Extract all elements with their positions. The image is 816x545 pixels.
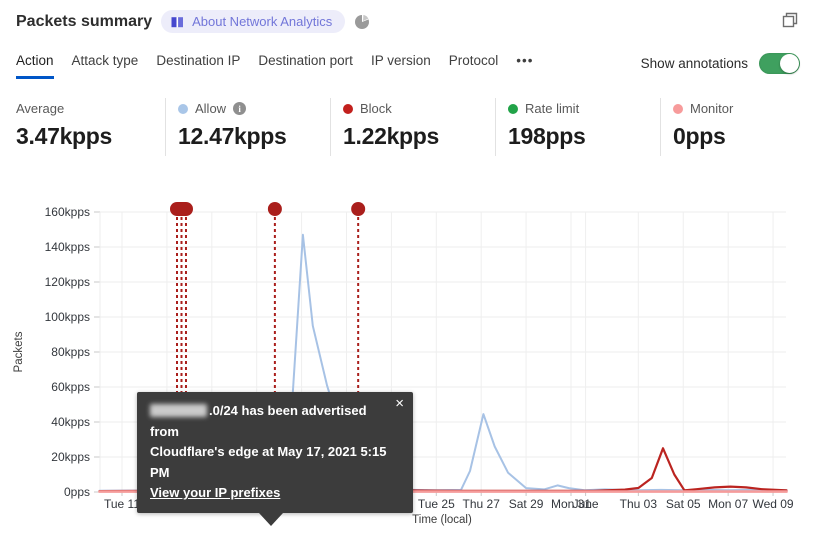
show-annotations-control: Show annotations [641, 53, 800, 74]
annotation-marker[interactable] [267, 202, 282, 216]
tab-action[interactable]: Action [16, 53, 54, 79]
x-tick-label: Sat 29 [509, 497, 544, 511]
monitor-legend-dot [673, 103, 683, 114]
badge-label: About Network Analytics [192, 14, 333, 29]
x-tick-label: Wed 09 [752, 497, 793, 511]
x-tick-label: Thu 03 [620, 497, 658, 511]
x-axis-title: Time (local) [412, 514, 472, 526]
x-tick-label: Mon 07 [708, 497, 748, 511]
tooltip-line2: Cloudflare's edge at May 17, 2021 5:15 P… [150, 444, 387, 480]
stat-label-text: Block [360, 101, 392, 116]
more-tabs-button[interactable]: ••• [516, 53, 533, 76]
y-tick-label: 40kpps [51, 415, 90, 429]
about-network-analytics-badge[interactable]: About Network Analytics [161, 10, 346, 33]
y-tick-label: 80kpps [51, 345, 90, 359]
stat-average: Average 3.47kpps [16, 98, 165, 156]
page-title: Packets summary [16, 12, 153, 30]
tab-protocol[interactable]: Protocol [449, 53, 499, 79]
x-tick-label: Tue 25 [418, 497, 455, 511]
x-tick-label: Thu 27 [463, 497, 501, 511]
y-tick-label: 0pps [64, 485, 90, 499]
copy-icon[interactable] [782, 12, 798, 28]
stat-label-row: Block [343, 101, 495, 116]
stat-value: 12.47kpps [178, 123, 287, 149]
tab-bar: Action Attack type Destination IP Destinati… [16, 53, 800, 79]
tooltip-line1: .0/24 has been advertised from [150, 403, 367, 439]
stat-label-text: Average [16, 101, 65, 116]
annotation-cluster-marker[interactable] [169, 202, 193, 216]
stat-monitor: Monitor 0pps [660, 98, 816, 156]
tab-ip-version[interactable]: IP version [371, 53, 431, 79]
info-icon[interactable]: i [233, 102, 247, 115]
stat-label-row: Monitor [673, 101, 816, 116]
header: Packets summary About Network Analytics [16, 10, 370, 33]
pie-progress-icon[interactable] [354, 14, 370, 30]
stat-label-row: Average [16, 101, 165, 116]
show-annotations-label: Show annotations [640, 56, 748, 71]
y-tick-label: 140kpps [45, 240, 90, 254]
view-ip-prefixes-link[interactable]: View your IP prefixes [150, 485, 280, 500]
x-tick-label: Tue 11 [104, 497, 140, 511]
y-tick-label: 20kpps [51, 450, 90, 464]
tooltip-link-row: View your IP prefixes [150, 483, 387, 504]
stat-label-row: Allow i [178, 101, 330, 116]
annotation-marker[interactable] [351, 202, 366, 216]
y-axis-title: Packets [13, 331, 25, 372]
x-tick-label: June [573, 497, 599, 511]
redacted-ip-prefix [150, 404, 207, 417]
tab-attack-type[interactable]: Attack type [72, 53, 139, 79]
stat-value: 0pps [673, 123, 726, 149]
annotation-tooltip: × .0/24 has been advertised from Cloudfl… [137, 392, 413, 526]
block-legend-dot [343, 103, 353, 114]
stat-label-row: Rate limit [508, 101, 660, 116]
y-tick-label: 60kpps [51, 380, 90, 394]
y-tick-label: 160kpps [45, 205, 90, 219]
stat-value: 1.22kpps [343, 123, 440, 149]
stat-allow: Allow i 12.47kpps [165, 98, 330, 156]
stat-label-text: Allow [195, 101, 227, 116]
stat-rate-limit: Rate limit 198pps [495, 98, 660, 156]
show-annotations-toggle[interactable] [759, 53, 800, 74]
stats-row: Average 3.47kpps Allow i 12.47kpps Block 1.22k… [16, 98, 816, 156]
tooltip-arrow [259, 512, 283, 526]
y-tick-label: 120kpps [45, 275, 90, 289]
allow-legend-dot [178, 103, 188, 114]
y-tick-label: 100kpps [45, 310, 90, 324]
rate-limit-legend-dot [508, 103, 518, 114]
tooltip-close-icon[interactable]: × [395, 395, 404, 413]
stat-block: Block 1.22kpps [330, 98, 495, 156]
tab-destination-port[interactable]: Destination port [258, 53, 353, 79]
tab-destination-ip[interactable]: Destination IP [156, 53, 240, 79]
stat-label-text: Rate limit [525, 101, 580, 116]
x-tick-label: Sat 05 [666, 497, 701, 511]
stat-value: 198pps [508, 123, 586, 149]
stat-label-text: Monitor [690, 101, 734, 116]
tabs: Action Attack type Destination IP Destinati… [16, 53, 516, 79]
toggle-knob [780, 54, 799, 73]
stat-value: 3.47kpps [16, 123, 113, 149]
book-icon [170, 15, 185, 29]
